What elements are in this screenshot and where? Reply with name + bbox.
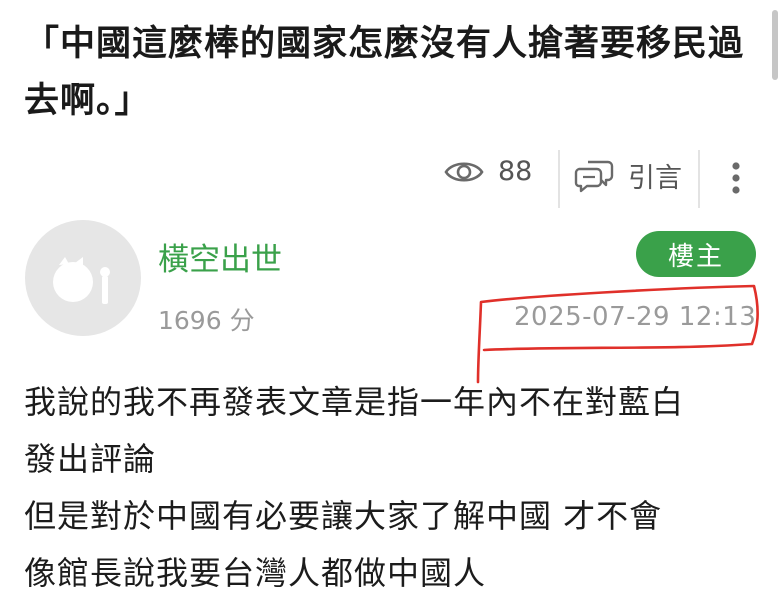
post-body: 我說的我不再發表文章是指一年內不在對藍白 發出評論 但是對於中國有必要讓大家了解…: [24, 374, 764, 602]
author-score: 1696 分: [158, 306, 255, 335]
eye-icon: [444, 161, 484, 182]
avatar[interactable]: [25, 220, 141, 336]
scrollbar[interactable]: [772, 10, 778, 80]
divider: [558, 150, 560, 208]
more-options-button[interactable]: [728, 160, 744, 196]
post-title: 「中國這麼棒的國家怎麼沒有人搶著要移民過去啊。」: [24, 24, 745, 121]
quote-label: 引言: [628, 163, 682, 194]
quote-chat-icon: [574, 160, 614, 192]
post-body-line: 我說的我不再發表文章是指一年內不在對藍白: [24, 383, 685, 421]
post-body-line: 發出評論: [24, 440, 157, 478]
view-count-value: 88: [498, 156, 533, 187]
post-body-line: 但是對於中國有必要讓大家了解中國 才不會: [24, 497, 663, 535]
post-body-line: 像館長說我要台灣人都做中國人: [24, 554, 487, 592]
divider: [698, 150, 700, 208]
op-badge: 樓主: [636, 231, 756, 277]
default-avatar-icon: [53, 257, 110, 304]
view-count: 88: [444, 156, 532, 187]
more-vertical-icon: [732, 162, 740, 194]
post-actions-bar: 88 引言: [0, 150, 780, 208]
author-name[interactable]: 橫空出世: [158, 234, 282, 279]
quote-button[interactable]: 引言: [574, 156, 682, 195]
